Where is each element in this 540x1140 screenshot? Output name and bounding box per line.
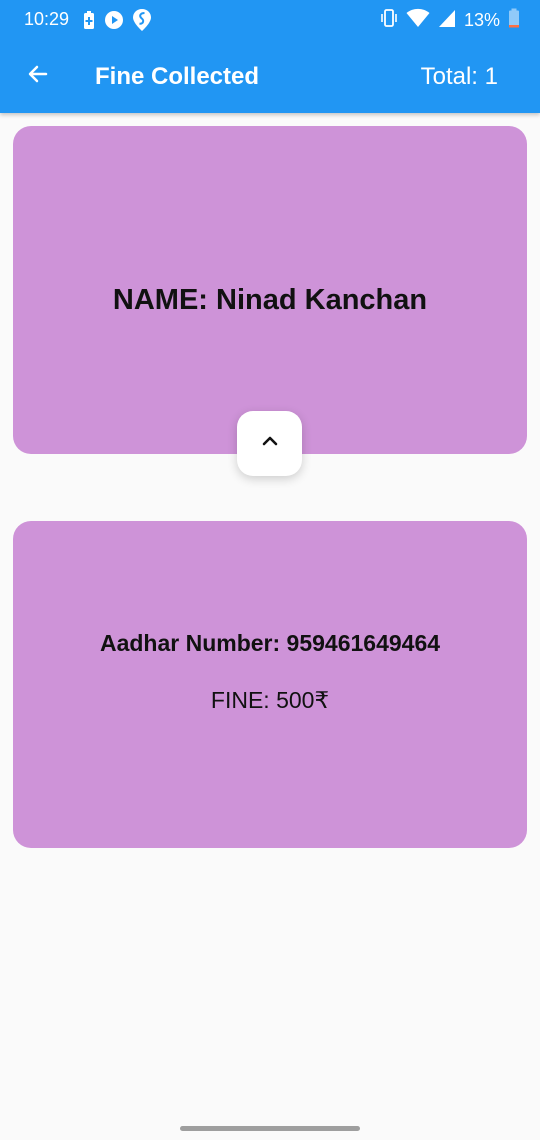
aadhar-number: Aadhar Number: 959461649464 [99, 630, 441, 656]
status-notification-icons [82, 8, 152, 37]
status-bar: 10:29 13% [0, 0, 540, 40]
play-icon [104, 10, 124, 35]
battery-percent: 13% [463, 10, 500, 30]
fine-amount: FINE: 500₹ [210, 687, 330, 713]
app-bar: 10:29 13% Fine Collected Total: 1 [0, 0, 540, 113]
back-button[interactable] [16, 54, 60, 98]
chevron-up-icon [260, 431, 280, 456]
signal-icon [438, 8, 456, 33]
battery-saver-icon [82, 10, 96, 35]
arrow-left-icon [26, 62, 50, 91]
battery-icon [508, 8, 520, 33]
status-time: 10:29 [24, 9, 70, 29]
record-card-header[interactable]: NAME: Ninad Kanchan [13, 126, 527, 454]
toolbar: Fine Collected Total: 1 [0, 40, 540, 113]
vibrate-icon [380, 8, 398, 33]
record-name: NAME: Ninad Kanchan [112, 284, 428, 316]
record-card-details: Aadhar Number: 959461649464 FINE: 500₹ [13, 521, 527, 848]
total-count: Total: 1 [420, 63, 498, 90]
page-title: Fine Collected [95, 63, 260, 90]
status-system-icons: 13% [380, 8, 520, 33]
wifi-icon [406, 8, 430, 33]
gesture-nav-handle[interactable] [180, 1126, 360, 1131]
collapse-button[interactable] [237, 411, 302, 476]
swiggy-icon [132, 8, 152, 37]
